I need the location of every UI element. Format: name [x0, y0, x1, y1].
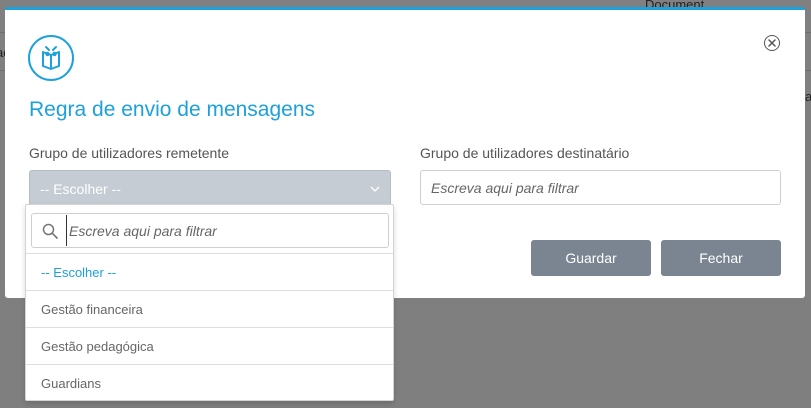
dropdown-option-escolher[interactable]: -- Escolher --: [26, 253, 393, 290]
recipient-group-label: Grupo de utilizadores destinatário: [420, 145, 630, 161]
background-text-right: a: [805, 89, 811, 104]
close-modal-button[interactable]: [764, 35, 780, 51]
close-circle-icon: [768, 39, 776, 47]
sender-group-label: Grupo de utilizadores remetente: [29, 145, 229, 161]
brand-logo-icon: [28, 35, 74, 81]
chevron-down-icon: [370, 186, 380, 192]
dropdown-options: -- Escolher -- Gestão financeira Gestão …: [26, 253, 393, 401]
close-button[interactable]: Fechar: [661, 240, 781, 276]
dropdown-option-guardians[interactable]: Guardians: [26, 364, 393, 401]
save-button[interactable]: Guardar: [531, 240, 651, 276]
dropdown-option-gestao-pedagogica[interactable]: Gestão pedagógica: [26, 327, 393, 364]
sender-group-select[interactable]: -- Escolher --: [29, 170, 391, 208]
modal-title: Regra de envio de mensagens: [29, 98, 316, 121]
dropdown-option-gestao-financeira[interactable]: Gestão financeira: [26, 290, 393, 327]
sender-group-dropdown: -- Escolher -- Gestão financeira Gestão …: [25, 204, 394, 401]
dropdown-search-input[interactable]: [66, 215, 384, 246]
recipient-group-input[interactable]: [420, 170, 781, 205]
dropdown-search-box: [31, 213, 389, 248]
sender-group-select-value: -- Escolher --: [40, 181, 121, 197]
search-icon: [42, 223, 58, 239]
